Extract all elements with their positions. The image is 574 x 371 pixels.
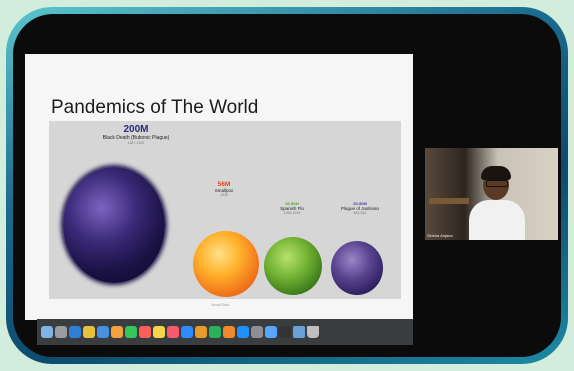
slide-title: Pandemics of The World: [51, 97, 259, 118]
smallpox-years: 1520: [220, 193, 228, 197]
photos-icon[interactable]: [111, 326, 123, 338]
safari-icon[interactable]: [69, 326, 81, 338]
participant-video[interactable]: Sirisha Anjana: [425, 148, 558, 240]
justinian-years: 541-542: [353, 211, 367, 215]
smallpox-count: 56M: [217, 181, 231, 188]
pandemic-graphic: 200M Black Death (Bubonic Plague) 1347-1…: [49, 121, 401, 299]
participant-glasses: [486, 180, 508, 187]
messages-icon[interactable]: [125, 326, 137, 338]
participant-body: [469, 200, 525, 240]
terminal-icon[interactable]: [279, 326, 291, 338]
music-icon[interactable]: [167, 326, 179, 338]
keynote-icon[interactable]: [195, 326, 207, 338]
preview-icon[interactable]: [265, 326, 277, 338]
black-death-years: 1347-1351: [127, 141, 145, 145]
finder-icon[interactable]: [41, 326, 53, 338]
zoom-icon[interactable]: [181, 326, 193, 338]
spanish-flu-label: 40-50M Spanish Flu 1918-1919: [259, 201, 325, 215]
notes-icon[interactable]: [153, 326, 165, 338]
chrome-icon[interactable]: [83, 326, 95, 338]
system-preferences-icon[interactable]: [251, 326, 263, 338]
trash-icon[interactable]: [307, 326, 319, 338]
folder-icon[interactable]: [293, 326, 305, 338]
participant-hair: [481, 166, 511, 180]
smallpox-label: 56M Smallpox 1520: [199, 181, 249, 197]
mail-icon[interactable]: [97, 326, 109, 338]
spanish-flu-virus-image: [264, 237, 322, 295]
video-call-screen: Pandemics of The World 200M Black Death …: [13, 14, 561, 357]
black-death-count: 200M: [123, 124, 149, 135]
justinian-plague-virus-image: [331, 241, 383, 295]
app-store-icon[interactable]: [237, 326, 249, 338]
black-death-virus-image: [63, 167, 165, 283]
shared-slide: Pandemics of The World 200M Black Death …: [25, 54, 413, 320]
black-death-label: 200M Black Death (Bubonic Plague) 1347-1…: [91, 124, 181, 145]
slide-caption: Visual Data: [211, 303, 229, 307]
participant-name-tag: Sirisha Anjana: [427, 233, 453, 238]
participant-shelf: [429, 198, 469, 204]
spanish-flu-years: 1918-1919: [283, 211, 301, 215]
smallpox-virus-image: [193, 231, 259, 297]
calendar-icon[interactable]: [139, 326, 151, 338]
launchpad-icon[interactable]: [55, 326, 67, 338]
numbers-icon[interactable]: [209, 326, 221, 338]
justinian-label: 30-50M Plague of Justinian 541-542: [327, 201, 393, 215]
pages-icon[interactable]: [223, 326, 235, 338]
dock: [37, 319, 413, 345]
